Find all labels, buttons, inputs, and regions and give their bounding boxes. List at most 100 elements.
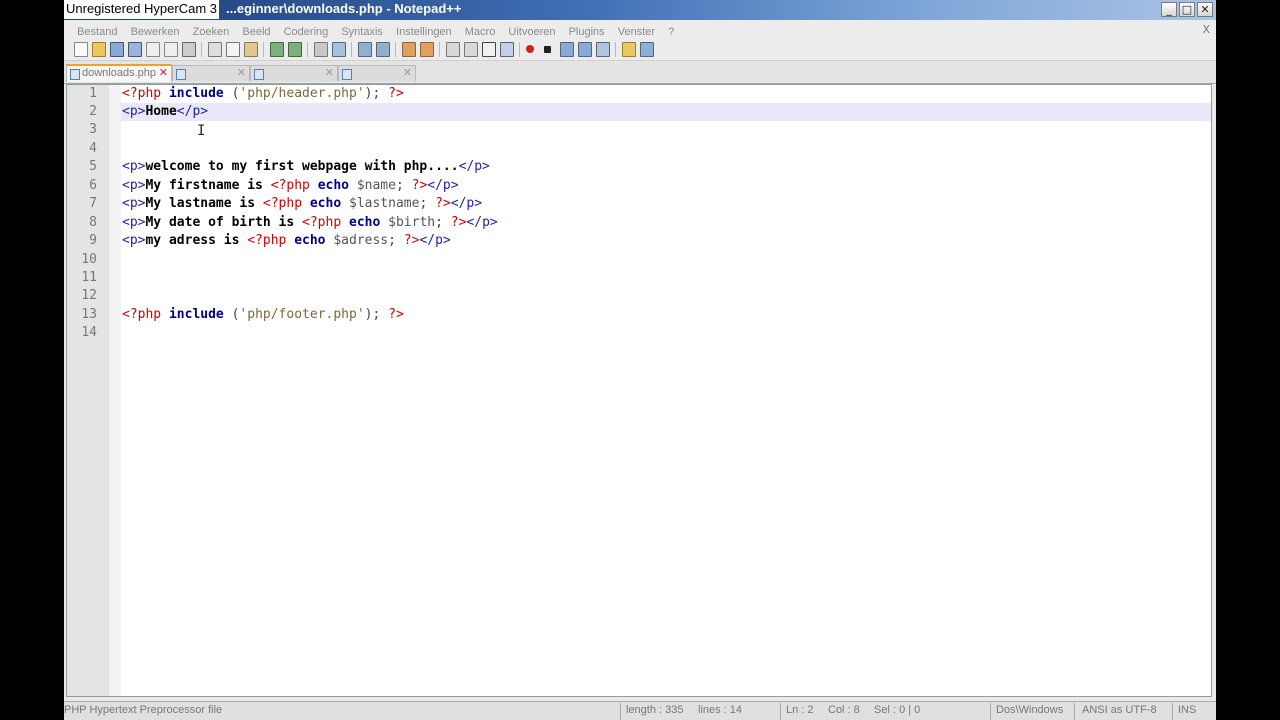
insert-mode[interactable]: INS [1178, 704, 1196, 716]
maximize-button[interactable]: □ [1179, 2, 1195, 17]
stop-macro-icon[interactable] [544, 46, 551, 53]
line-number: 12 [81, 288, 97, 303]
minimize-button[interactable]: _ [1161, 2, 1177, 17]
folder-icon[interactable] [622, 42, 636, 57]
window-title: ...eginner\downloads.php - Notepad++ [226, 1, 462, 16]
title-bar[interactable]: ...eginner\downloads.php - Notepad++ Unr… [64, 0, 1216, 20]
line-number: 11 [81, 270, 97, 285]
find-icon[interactable] [314, 42, 328, 57]
code-line-13[interactable]: <?php include ('php/footer.php'); ?> [122, 306, 404, 324]
sel-info: Sel : 0 | 0 [874, 704, 921, 716]
menu-bewerken[interactable]: Bewerken [127, 22, 184, 40]
cut-icon[interactable] [208, 42, 222, 57]
undo-icon[interactable] [270, 42, 284, 57]
word-wrap-icon[interactable] [446, 42, 460, 57]
line-number: 6 [89, 178, 97, 193]
line-number: 7 [89, 196, 97, 211]
lines-info: lines : 14 [698, 704, 743, 716]
toolbar [64, 39, 1216, 61]
menu-instellingen[interactable]: Instellingen [392, 22, 456, 40]
tab-downloads-php[interactable]: downloads.php ✕ [66, 64, 172, 82]
sync-vertical-icon[interactable] [402, 42, 416, 57]
file-icon [342, 69, 352, 80]
zoom-out-icon[interactable] [376, 42, 390, 57]
tab-2[interactable]: ✕ [172, 65, 250, 81]
play-multiple-icon[interactable] [578, 42, 592, 57]
code-line-2[interactable]: <p>Home</p> [122, 103, 208, 121]
line-number: 2 [89, 104, 97, 119]
code-line-7[interactable]: <p>My lastname is <?php echo $lastname; … [122, 195, 482, 213]
close-tab-icon[interactable]: ✕ [403, 66, 412, 79]
line-number: 4 [89, 141, 97, 156]
tab-label: downloads.php [82, 67, 157, 79]
current-line-highlight [121, 103, 1211, 121]
show-all-chars-icon[interactable] [464, 42, 478, 57]
record-macro-icon[interactable] [526, 45, 534, 53]
length-info: length : 335 [626, 704, 684, 716]
tab-4[interactable]: ✕ [338, 65, 416, 81]
line-number: 14 [81, 325, 97, 340]
close-tab-icon[interactable]: ✕ [159, 66, 168, 79]
new-file-icon[interactable] [74, 42, 88, 57]
line-number-gutter: 1 2 3 4 5 6 7 8 9 10 11 12 13 14 [67, 85, 109, 696]
ln-info: Ln : 2 [786, 704, 814, 716]
line-number: 8 [89, 215, 97, 230]
line-number: 5 [89, 159, 97, 174]
file-icon [254, 69, 264, 80]
col-info: Col : 8 [828, 704, 860, 716]
menu-uitvoeren[interactable]: Uitvoeren [504, 22, 559, 40]
play-macro-icon[interactable] [560, 42, 574, 57]
zoom-in-icon[interactable] [358, 42, 372, 57]
close-all-icon[interactable] [164, 42, 178, 57]
eol-format[interactable]: Dos\Windows [996, 704, 1063, 716]
tab-3[interactable]: ✕ [250, 65, 338, 81]
menu-syntaxis[interactable]: Syntaxis [337, 22, 387, 40]
encoding[interactable]: ANSI as UTF-8 [1082, 704, 1157, 716]
code-line-1[interactable]: <?php include ('php/header.php'); ?> [122, 85, 404, 103]
save-all-icon[interactable] [128, 42, 142, 57]
menu-codering[interactable]: Codering [280, 22, 333, 40]
sync-horizontal-icon[interactable] [420, 42, 434, 57]
menu-macro[interactable]: Macro [461, 22, 500, 40]
code-line-8[interactable]: <p>My date of birth is <?php echo $birth… [122, 214, 498, 232]
fold-margin [109, 85, 121, 696]
line-number: 9 [89, 233, 97, 248]
paste-icon[interactable] [244, 42, 258, 57]
close-button[interactable]: ✕ [1197, 2, 1213, 17]
code-line-5[interactable]: <p>welcome to my first webpage with php.… [122, 158, 490, 176]
menu-zoeken[interactable]: Zoeken [189, 22, 234, 40]
menu-beeld[interactable]: Beeld [238, 22, 274, 40]
close-tab-icon[interactable]: ✕ [237, 66, 246, 79]
close-file-icon[interactable] [146, 42, 160, 57]
text-cursor-icon: I [197, 123, 206, 139]
line-number: 10 [81, 252, 97, 267]
line-number: 13 [81, 307, 97, 322]
save-icon[interactable] [110, 42, 124, 57]
file-type: PHP Hypertext Preprocessor file [64, 704, 223, 716]
status-bar: PHP Hypertext Preprocessor file length :… [64, 701, 1216, 720]
code-line-6[interactable]: <p>My firstname is <?php echo $name; ?><… [122, 177, 459, 195]
redo-icon[interactable] [288, 42, 302, 57]
lang-icon[interactable] [500, 42, 514, 57]
menu-help[interactable]: ? [664, 22, 678, 40]
code-line-9[interactable]: <p>my adress is <?php echo $adress; ?></… [122, 232, 451, 250]
indent-guide-icon[interactable] [482, 42, 496, 57]
plugin-icon[interactable] [640, 42, 654, 57]
close-document-icon[interactable]: X [1202, 23, 1210, 36]
print-icon[interactable] [182, 42, 196, 57]
save-macro-icon[interactable] [596, 42, 610, 57]
tab-bar: downloads.php ✕ ✕ ✕ ✕ [64, 61, 1216, 84]
code-editor[interactable]: 1 2 3 4 5 6 7 8 9 10 11 12 13 14 <?php i… [66, 84, 1212, 697]
file-icon [70, 69, 80, 80]
line-number: 3 [89, 122, 97, 137]
menu-bar: Bestand Bewerken Zoeken Beeld Codering S… [64, 20, 1216, 39]
replace-icon[interactable] [332, 42, 346, 57]
hypercam-watermark: Unregistered HyperCam 3 [64, 0, 220, 19]
open-file-icon[interactable] [92, 42, 106, 57]
menu-plugins[interactable]: Plugins [565, 22, 609, 40]
notepadpp-window: ...eginner\downloads.php - Notepad++ Unr… [64, 0, 1216, 720]
close-tab-icon[interactable]: ✕ [325, 66, 334, 79]
menu-venster[interactable]: Venster [614, 22, 659, 40]
copy-icon[interactable] [226, 42, 240, 57]
menu-bestand[interactable]: Bestand [73, 22, 121, 40]
